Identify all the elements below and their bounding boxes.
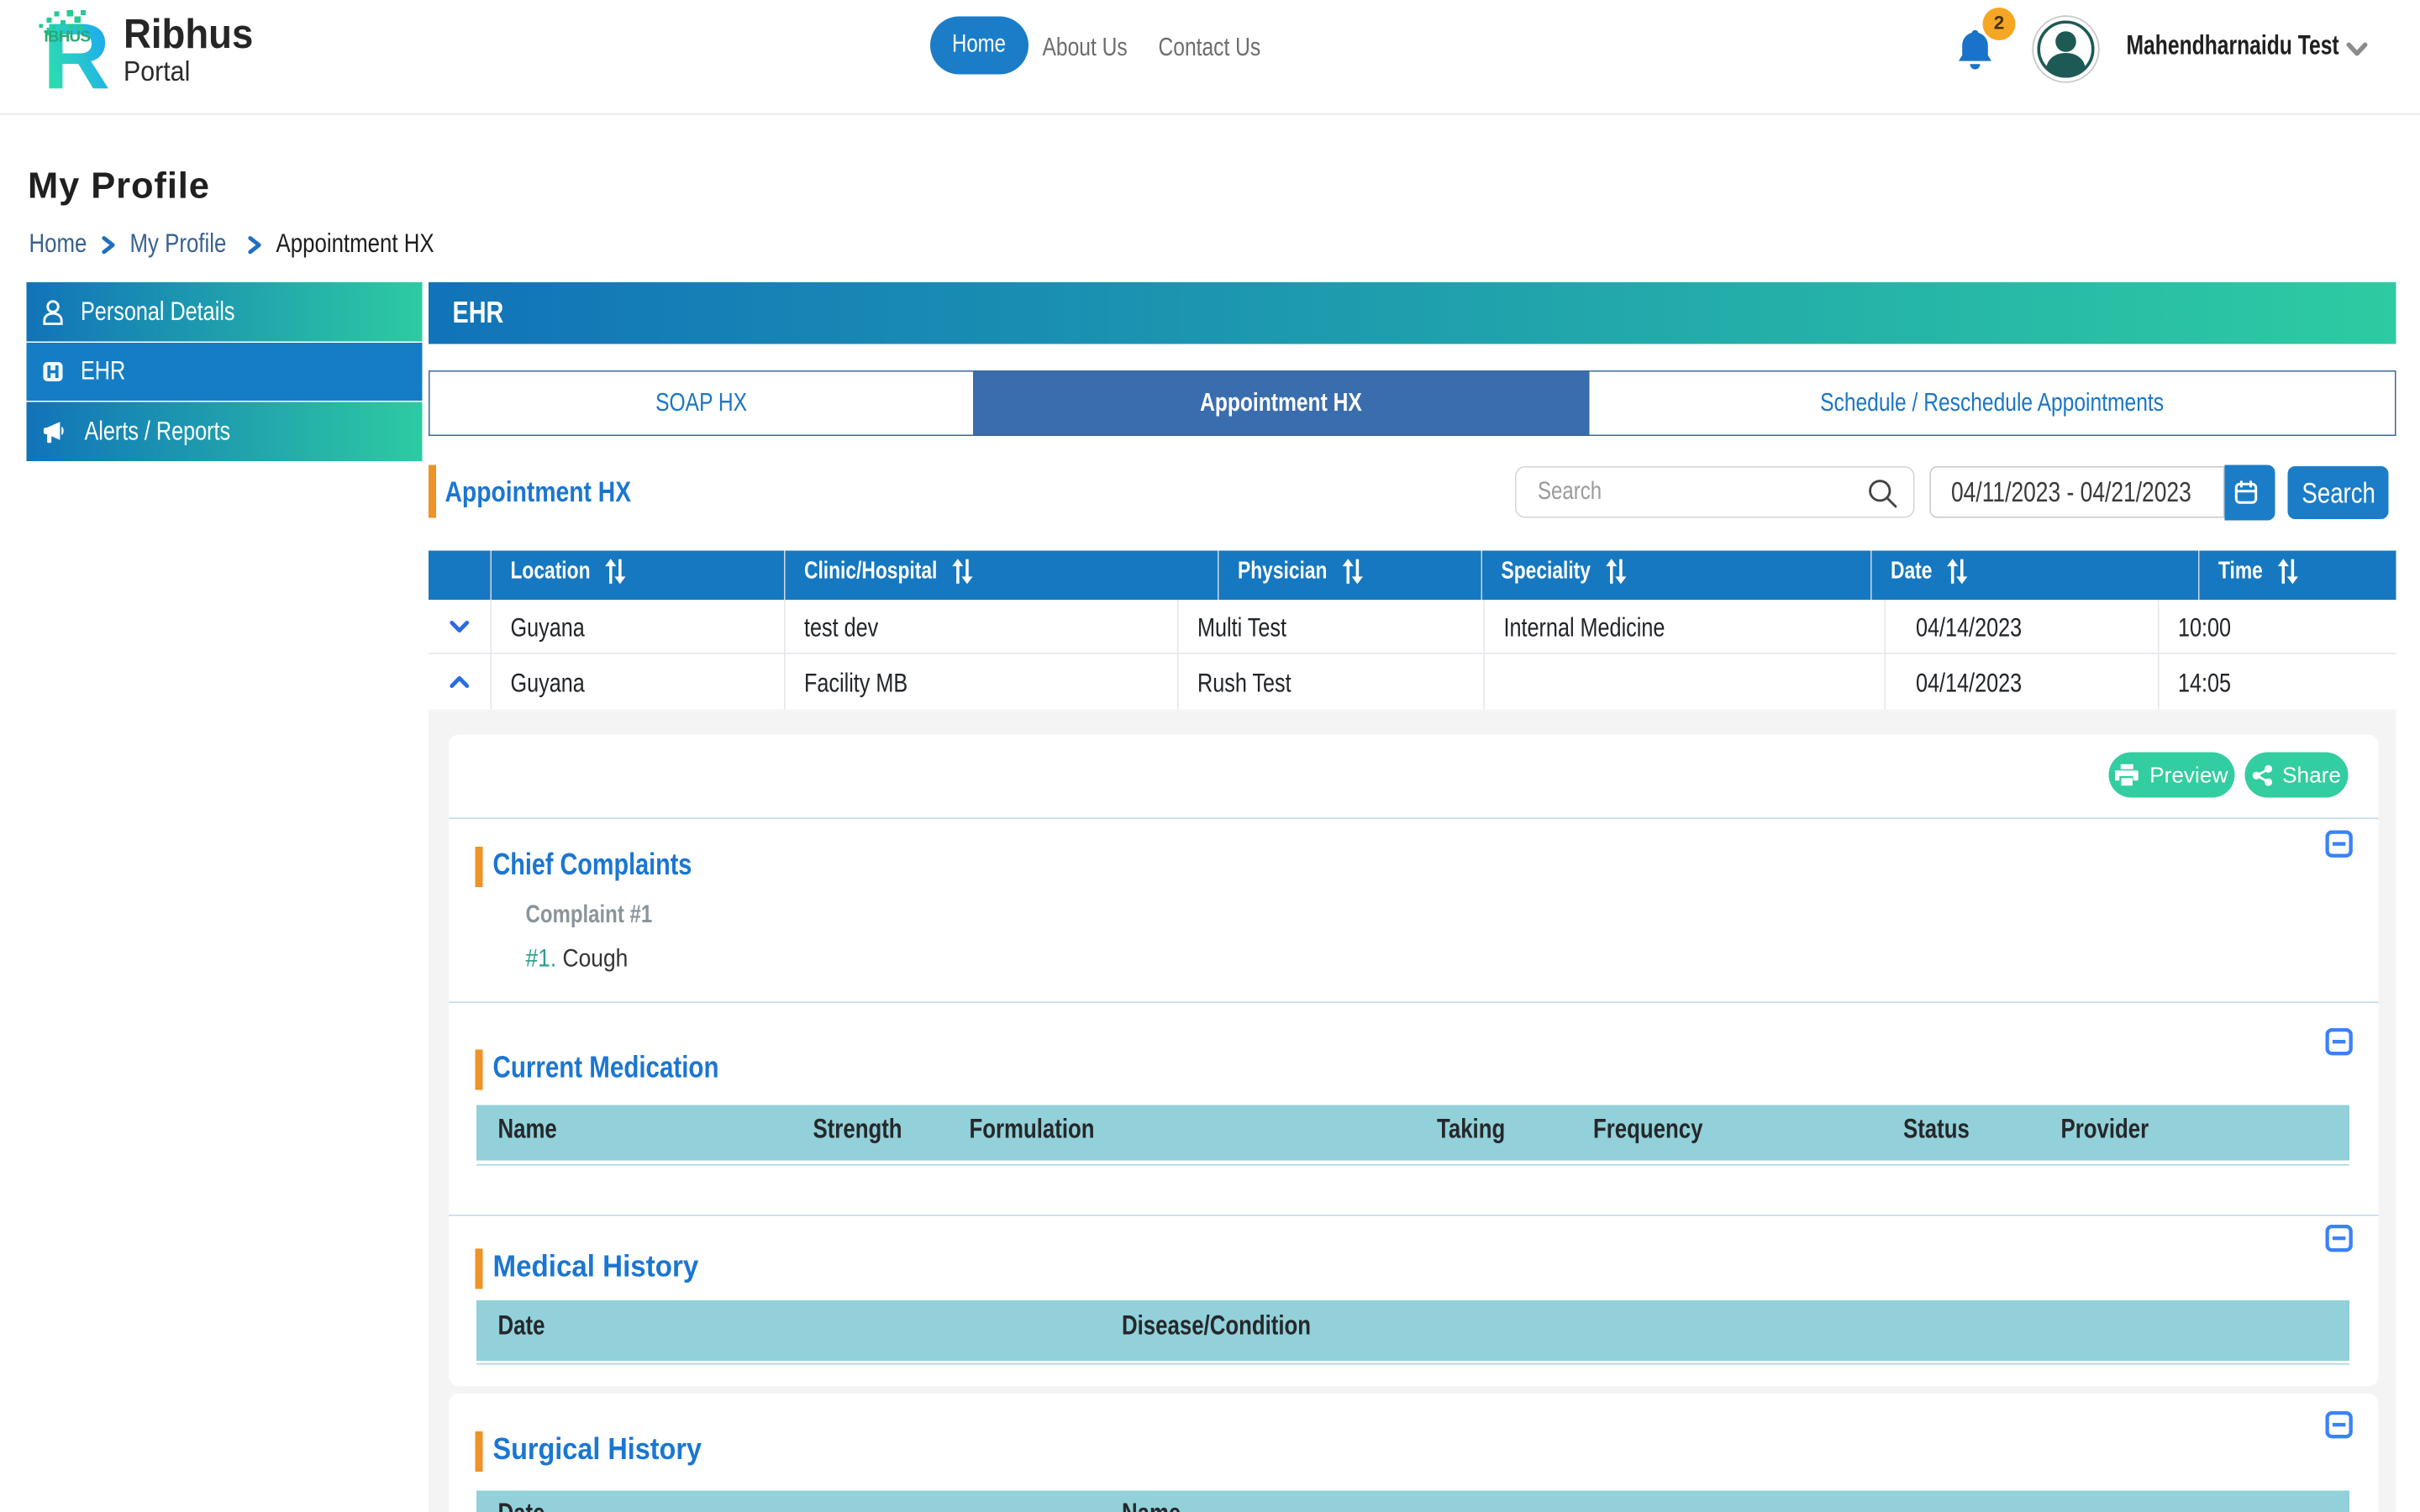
svg-text:IBHUS: IBHUS [45, 28, 91, 45]
